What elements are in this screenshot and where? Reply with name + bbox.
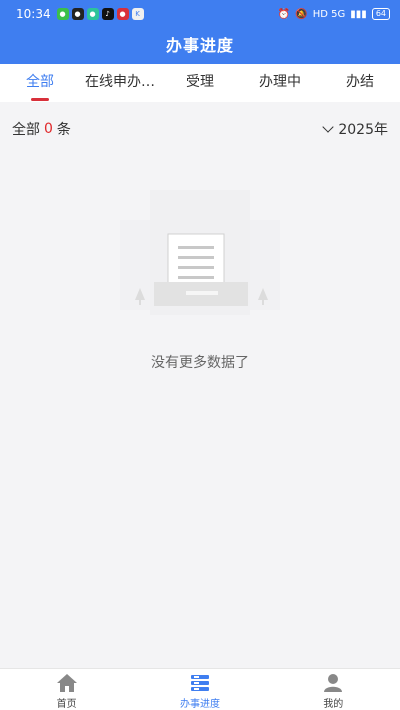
chevron-down-icon <box>322 121 335 133</box>
k-app-icon: K <box>131 8 144 20</box>
tab-online-apply[interactable]: 在线申办… <box>80 64 160 102</box>
nav-home[interactable]: 首页 <box>0 669 133 710</box>
result-count: 0 <box>44 121 53 137</box>
tiktok-icon: ♪ <box>101 8 114 20</box>
empty-state-icon <box>120 190 280 315</box>
status-bar: 10:34 ● ● ● ♪ ● K ⏰ 🔕 HD 5G ▮▮▮ 64 <box>0 0 400 28</box>
nav-mine[interactable]: 我的 <box>267 669 400 710</box>
home-icon <box>56 674 77 692</box>
result-summary: 全部 0 条 2025年 <box>0 114 400 144</box>
notification-icons: ● ● ● ♪ ● K <box>56 8 144 20</box>
nav-progress[interactable]: 办事进度 <box>133 669 266 710</box>
nav-progress-label: 办事进度 <box>179 699 220 710</box>
tab-all[interactable]: 全部 <box>0 64 80 102</box>
page-title: 办事进度 <box>165 36 234 55</box>
status-time: 10:34 <box>16 7 51 21</box>
header: 10:34 ● ● ● ♪ ● K ⏰ 🔕 HD 5G ▮▮▮ 64 办事进度 <box>0 0 400 64</box>
status-right: ⏰ 🔕 HD 5G ▮▮▮ 64 <box>278 8 390 20</box>
battery-icon: 64 <box>371 8 390 20</box>
tab-completed[interactable]: 办结 <box>320 64 400 102</box>
tab-accepted[interactable]: 受理 <box>160 64 240 102</box>
bottom-nav: 首页 办事进度 我的 <box>0 668 400 710</box>
network-label: HD 5G <box>312 8 346 20</box>
progress-list-icon <box>190 675 209 691</box>
filter-tabs: 全部 在线申办… 受理 办理中 办结 <box>0 64 400 102</box>
news-app-icon: ● <box>116 8 129 20</box>
year-picker[interactable]: 2025年 <box>322 119 388 139</box>
nav-mine-label: 我的 <box>323 699 344 710</box>
wechat-icon: ● <box>56 8 69 20</box>
signal-icon: ▮▮▮ <box>350 8 367 20</box>
empty-message: 没有更多数据了 <box>151 355 249 371</box>
year-value: 2025年 <box>338 122 388 138</box>
tab-processing[interactable]: 办理中 <box>240 64 320 102</box>
qq-icon: ● <box>71 8 84 20</box>
user-icon <box>324 674 343 692</box>
summary-prefix: 全部 <box>12 122 40 138</box>
mute-icon: 🔕 <box>295 8 308 20</box>
summary-suffix: 条 <box>56 122 71 138</box>
alarm-icon: ⏰ <box>277 8 291 20</box>
nav-home-label: 首页 <box>56 699 77 710</box>
chat-app-icon: ● <box>86 8 99 20</box>
